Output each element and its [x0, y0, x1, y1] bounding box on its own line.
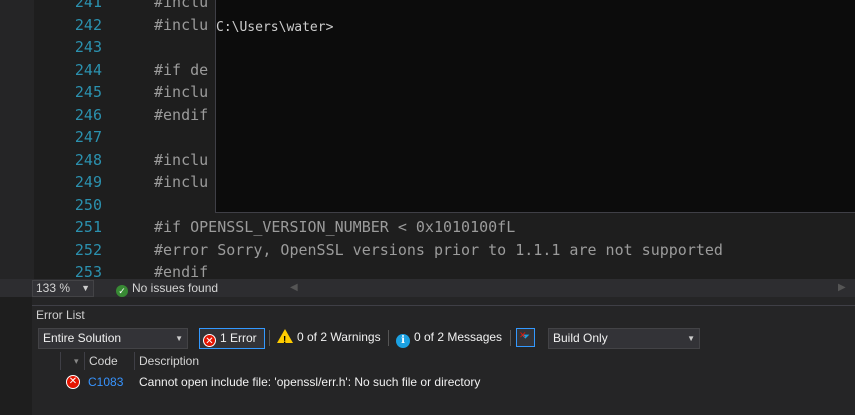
line-number: 251	[74, 218, 102, 236]
column-divider	[60, 352, 61, 370]
errors-filter-button[interactable]: ✕ 1 Error	[199, 328, 265, 349]
error-code[interactable]: C1083	[88, 372, 123, 392]
toolbar-divider	[269, 330, 270, 346]
error-icon: ✕	[203, 334, 216, 347]
warnings-filter-button[interactable]: ! 0 of 2 Warnings	[274, 328, 382, 347]
line-number: 249	[74, 173, 102, 191]
column-divider	[134, 352, 135, 370]
line-number: 252	[74, 240, 102, 259]
errors-label: 1 Error	[220, 331, 257, 345]
zoom-dropdown[interactable]: 133 % ▼	[32, 280, 94, 297]
error-list-header: ▾ Code Description	[32, 352, 855, 370]
line-text: #inclu	[154, 173, 209, 191]
line-text: #endif	[154, 105, 209, 124]
error-list-panel: Error List Entire Solution ▼ ✕ 1 Error ! 0…	[32, 305, 855, 415]
scope-value: Entire Solution	[43, 331, 122, 345]
toolbar-divider	[510, 330, 511, 346]
sort-icon[interactable]: ▾	[74, 352, 79, 370]
clear-filter-icon[interactable]: ✕ ⏷	[516, 328, 535, 347]
line-number: 245	[74, 83, 102, 101]
warnings-label: 0 of 2 Warnings	[297, 330, 381, 344]
check-circle-icon: ✓	[116, 285, 128, 297]
scroll-left-icon[interactable]: ◀	[290, 279, 298, 297]
panel-splitter[interactable]	[0, 297, 855, 305]
console-window[interactable]: C:\Users\water>	[215, 0, 855, 213]
messages-filter-button[interactable]: i 0 of 2 Messages	[393, 328, 505, 348]
line-text: #error Sorry, OpenSSL versions prior to …	[154, 240, 723, 259]
toolbar-divider	[388, 330, 389, 346]
zoom-level: 133 %	[36, 281, 71, 295]
error-icon: ✕	[66, 375, 80, 389]
line-number: 253	[74, 263, 102, 279]
line-text: #inclu	[154, 83, 209, 101]
line-number: 246	[74, 105, 102, 124]
issues-label: No issues found	[132, 281, 219, 295]
chevron-down-icon: ▼	[687, 334, 695, 343]
column-header-code[interactable]: Code	[89, 352, 118, 370]
left-tool-strip	[0, 297, 32, 414]
code-editor[interactable]: 241 #inclu 242 #inclu 243 244 #if de 245 #inclu 2…	[0, 0, 855, 279]
column-header-description[interactable]: Description	[139, 352, 199, 370]
editor-status-bar: 133 % ▼ ✓ No issues found ◀ ▶	[0, 279, 855, 297]
line-number: 248	[74, 150, 102, 169]
messages-label: 0 of 2 Messages	[414, 330, 503, 344]
column-divider	[84, 352, 85, 370]
scroll-right-icon[interactable]: ▶	[838, 279, 846, 297]
info-icon: i	[396, 334, 410, 348]
issues-indicator[interactable]: ✓ No issues found	[116, 279, 218, 297]
line-text: #inclu	[154, 15, 209, 34]
scope-dropdown[interactable]: Entire Solution ▼	[38, 328, 188, 349]
line-number: 247	[74, 128, 102, 146]
console-prompt: C:\Users\water>	[216, 20, 334, 35]
editor-margin	[0, 0, 34, 279]
line-number: 250	[74, 195, 102, 214]
line-number: 241	[74, 0, 102, 11]
line-text: #if OPENSSL_VERSION_NUMBER < 0x1010100fL	[154, 218, 516, 236]
table-row[interactable]: ✕ C1083 Cannot open include file: 'opens…	[32, 372, 855, 392]
line-text: #endif	[154, 263, 209, 279]
line-text: #inclu	[154, 0, 209, 11]
error-description: Cannot open include file: 'openssl/err.h…	[139, 375, 481, 389]
build-filter-dropdown[interactable]: Build Only ▼	[548, 328, 700, 349]
panel-title: Error List	[36, 308, 85, 322]
error-list-toolbar: Entire Solution ▼ ✕ 1 Error ! 0 of 2 Warni…	[32, 326, 855, 352]
line-number: 242	[74, 15, 102, 34]
warning-icon: !	[277, 329, 293, 346]
line-number: 243	[74, 38, 102, 56]
line-text: #if de	[154, 60, 209, 79]
build-filter-value: Build Only	[553, 331, 608, 345]
line-number: 244	[74, 60, 102, 79]
chevron-down-icon: ▼	[175, 334, 183, 343]
line-text: #inclu	[154, 150, 209, 169]
chevron-down-icon: ▼	[81, 283, 90, 293]
